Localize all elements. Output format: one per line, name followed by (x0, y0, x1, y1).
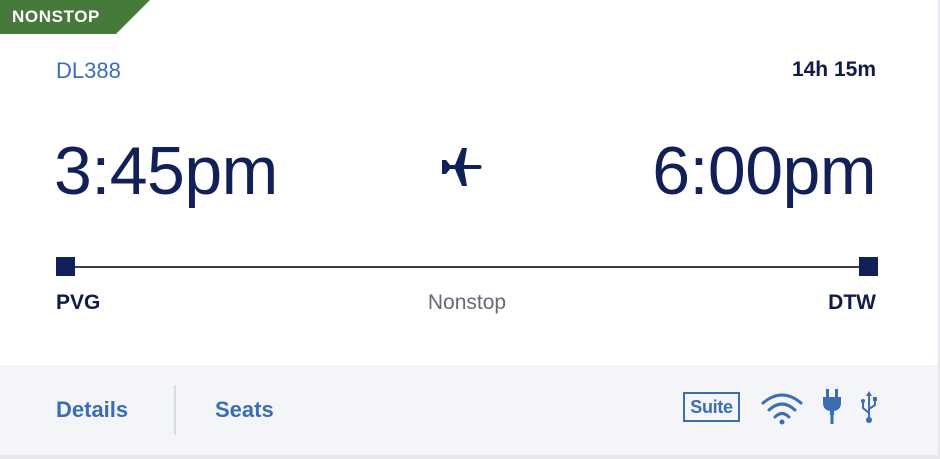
origin-marker (56, 257, 75, 276)
destination-airport-code: DTW (828, 291, 876, 314)
route-line (62, 266, 868, 268)
airplane-icon (442, 148, 482, 186)
nonstop-badge: NONSTOP (0, 0, 150, 34)
badge-label: NONSTOP (12, 7, 100, 26)
power-plug-icon (823, 389, 841, 424)
arrival-time: 6:00pm (652, 133, 876, 209)
wifi-icon (761, 393, 803, 425)
details-link[interactable]: Details (56, 397, 128, 423)
suite-cabin-badge: Suite (683, 392, 740, 422)
footer-bottom-border (0, 455, 940, 459)
flight-number: DL388 (56, 58, 121, 83)
departure-time: 3:45pm (54, 133, 278, 209)
stops-label: Nonstop (427, 291, 507, 314)
flight-card: NONSTOP DL388 14h 15m 3:45pm 6:00pm PVG … (0, 0, 940, 459)
footer-divider (174, 385, 176, 435)
usb-icon (861, 391, 877, 423)
destination-marker (859, 257, 878, 276)
flight-duration: 14h 15m (791, 58, 876, 81)
seats-link[interactable]: Seats (215, 397, 274, 423)
